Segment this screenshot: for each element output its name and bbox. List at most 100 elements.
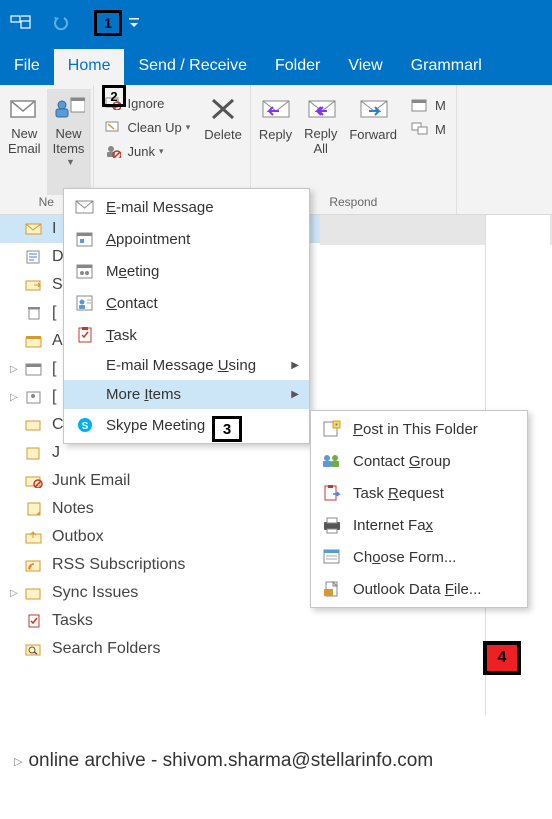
tab-file[interactable]: File	[0, 49, 54, 85]
task-request-icon	[321, 483, 343, 503]
junk-label: Junk	[128, 144, 155, 159]
reply-all-button[interactable]: Reply All	[298, 89, 343, 195]
data-file-icon	[321, 579, 343, 599]
rss-icon	[24, 556, 44, 574]
reply-label: Reply	[259, 127, 292, 142]
menu-task[interactable]: Task	[64, 319, 309, 351]
menu-contact-group[interactable]: Contact Group	[311, 445, 527, 477]
drafts-icon	[24, 248, 44, 266]
tasks-icon	[24, 612, 44, 630]
undo-icon[interactable]	[50, 13, 80, 33]
junk-folder-icon	[24, 472, 44, 490]
meeting-menu-icon	[74, 261, 96, 281]
menu-more-items[interactable]: More Items ▶	[64, 380, 309, 409]
junk-icon	[104, 142, 122, 160]
forward-label: Forward	[349, 127, 397, 142]
callout-3: 3	[212, 416, 242, 442]
new-items-icon	[53, 93, 85, 125]
delete-label: Delete	[204, 127, 242, 142]
sync-icon	[24, 584, 44, 602]
tab-grammarly[interactable]: Grammarl	[397, 49, 496, 85]
menu-appointment[interactable]: Appointment	[64, 223, 309, 255]
folder-rss[interactable]: RSS Subscriptions	[0, 551, 320, 579]
forward-button[interactable]: Forward	[343, 89, 403, 195]
contacts-folder-icon	[24, 388, 44, 406]
menu-outlook-data-file[interactable]: Outlook Data File...	[311, 573, 527, 605]
journal-icon	[24, 444, 44, 462]
menu-meeting[interactable]: Meeting	[64, 255, 309, 287]
tab-view[interactable]: View	[334, 49, 396, 85]
task-icon	[74, 325, 96, 345]
form-icon	[321, 547, 343, 567]
svg-text:S: S	[82, 421, 89, 432]
im-label: M	[435, 122, 446, 137]
callout-4: 4	[483, 641, 521, 675]
menu-email-message[interactable]: E-mail Message	[64, 191, 309, 223]
folder-tasks[interactable]: Tasks	[0, 607, 320, 635]
chevron-down-icon: ▾	[159, 146, 164, 157]
reply-all-label: Reply All	[304, 127, 337, 157]
submenu-arrow-icon: ▶	[291, 360, 299, 371]
title-bar: 1	[0, 0, 552, 45]
new-items-button[interactable]: New Items ▼	[47, 89, 91, 195]
folder-search-folders[interactable]: Search Folders	[0, 635, 320, 663]
contact-icon	[74, 293, 96, 313]
inbox-icon	[24, 220, 44, 238]
conversation-icon	[24, 416, 44, 434]
menu-task-request[interactable]: Task Request	[311, 477, 527, 509]
menu-email-message-using[interactable]: E-mail Message Using ▶	[64, 351, 309, 380]
forward-icon	[357, 93, 389, 125]
meeting-icon	[411, 96, 429, 114]
sent-icon	[24, 276, 44, 294]
tab-send-receive[interactable]: Send / Receive	[124, 49, 261, 85]
menu-choose-form[interactable]: Choose Form...	[311, 541, 527, 573]
folder-junk-email[interactable]: Junk Email	[0, 467, 320, 495]
tab-folder[interactable]: Folder	[261, 49, 334, 85]
junk-button[interactable]: Junk ▾	[102, 139, 193, 163]
fax-icon	[321, 515, 343, 535]
online-archive-account[interactable]: online archive - shivom.sharma@stellarin…	[14, 750, 433, 772]
new-items-label: New Items	[53, 127, 85, 157]
calendar-icon	[24, 360, 44, 378]
im-button[interactable]: M	[409, 117, 448, 141]
email-icon	[74, 197, 96, 217]
tab-home[interactable]: Home	[54, 49, 125, 85]
contact-group-icon	[321, 451, 343, 471]
folder-outbox[interactable]: Outbox	[0, 523, 320, 551]
new-email-icon	[8, 93, 40, 125]
menu-post-in-folder[interactable]: Post in This Folder	[311, 413, 527, 445]
im-icon	[411, 120, 429, 138]
app-icon	[10, 13, 32, 33]
new-email-button[interactable]: New Email	[2, 89, 47, 195]
qat-customize-dropdown[interactable]	[128, 16, 140, 30]
callout-1: 1	[94, 10, 122, 36]
reply-all-icon	[305, 93, 337, 125]
ribbon-tabs: File Home Send / Receive Folder View Gra…	[0, 45, 552, 85]
submenu-arrow-icon: ▶	[291, 389, 299, 400]
skype-icon: S	[74, 415, 96, 435]
archive-icon	[24, 332, 44, 350]
menu-internet-fax[interactable]: Internet Fax	[311, 509, 527, 541]
reply-button[interactable]: Reply	[253, 89, 298, 195]
reply-icon	[259, 93, 291, 125]
post-icon	[321, 419, 343, 439]
trash-icon	[24, 304, 44, 322]
appointment-icon	[74, 229, 96, 249]
folder-sync-issues[interactable]: Sync Issues	[0, 579, 320, 607]
search-folder-icon	[24, 640, 44, 658]
meeting-reply-button[interactable]: M	[409, 93, 448, 117]
folder-notes[interactable]: Notes	[0, 495, 320, 523]
clean-up-icon	[104, 118, 122, 136]
delete-icon	[207, 93, 239, 125]
clean-up-button[interactable]: Clean Up ▾	[102, 115, 193, 139]
new-items-menu: E-mail Message Appointment Meeting Conta…	[63, 188, 310, 444]
chevron-down-icon: ▼	[66, 157, 75, 167]
notes-icon	[24, 500, 44, 518]
callout-2: 2	[102, 85, 126, 107]
chevron-down-icon: ▾	[186, 122, 191, 133]
clean-up-label: Clean Up	[128, 120, 182, 135]
new-email-label: New Email	[8, 127, 41, 157]
menu-contact[interactable]: Contact	[64, 287, 309, 319]
menu-skype-meeting[interactable]: S Skype Meeting	[64, 409, 309, 441]
outbox-icon	[24, 528, 44, 546]
